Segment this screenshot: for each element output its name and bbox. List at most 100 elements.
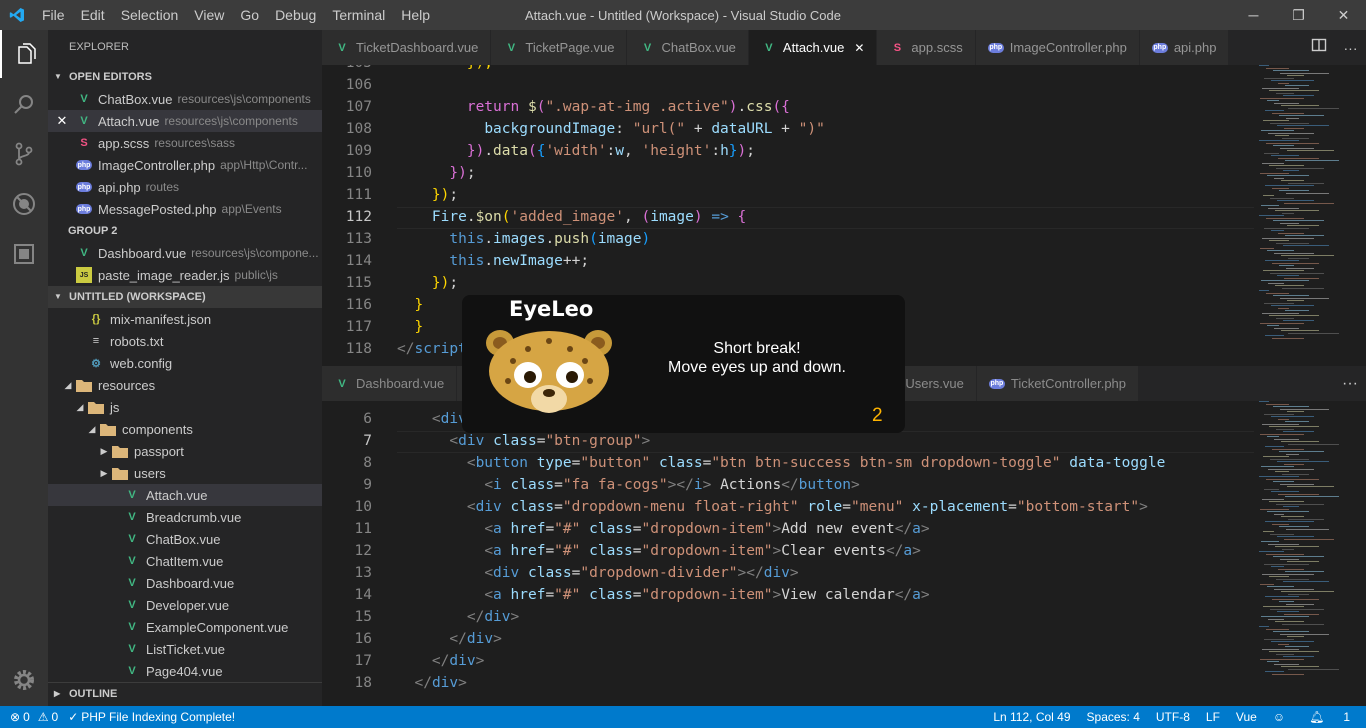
close-window-button[interactable]: ✕ bbox=[1321, 0, 1366, 30]
tree-folder[interactable]: ◢ js bbox=[48, 396, 322, 418]
tree-file[interactable]: ≡ robots.txt bbox=[48, 330, 322, 352]
code-line[interactable]: this.images.push(image) bbox=[397, 231, 650, 247]
tab-app-scss[interactable]: Sapp.scss bbox=[877, 30, 976, 65]
open-editor-item[interactable]: V ChatBox.vue resources\js\components bbox=[48, 88, 322, 110]
tree-file[interactable]: V Attach.vue bbox=[48, 484, 322, 506]
code-line[interactable]: backgroundImage: "url(" + dataURL + ")" bbox=[397, 121, 825, 137]
language-mode[interactable]: Vue bbox=[1228, 710, 1265, 724]
menu-file[interactable]: File bbox=[34, 0, 73, 30]
menu-terminal[interactable]: Terminal bbox=[324, 0, 393, 30]
tree-folder[interactable]: ◢ components bbox=[48, 418, 322, 440]
code-line[interactable]: }).data({'width':w, 'height':h}); bbox=[397, 143, 755, 159]
tab-api-php[interactable]: php api.php bbox=[1139, 30, 1230, 65]
minimap-line bbox=[1271, 566, 1284, 567]
code-line[interactable]: }); bbox=[397, 187, 458, 203]
close-icon[interactable]: ✕ bbox=[854, 41, 864, 55]
editor-actions: ··· bbox=[1302, 30, 1366, 65]
extensions-icon[interactable] bbox=[0, 230, 48, 278]
code-line[interactable]: }); bbox=[397, 165, 475, 181]
code-line[interactable]: </div> bbox=[397, 675, 466, 691]
menu-debug[interactable]: Debug bbox=[267, 0, 324, 30]
line-ending[interactable]: LF bbox=[1198, 710, 1228, 724]
code-line[interactable]: </div> bbox=[397, 653, 484, 669]
open-editor-item[interactable]: php ImageController.php app\Http\Contr... bbox=[48, 154, 322, 176]
minimap[interactable] bbox=[1254, 401, 1352, 706]
menu-go[interactable]: Go bbox=[232, 0, 267, 30]
code-line[interactable]: <i class="fa fa-cogs"></i> Actions</butt… bbox=[397, 477, 859, 493]
code-line[interactable]: }); bbox=[397, 65, 493, 71]
open-editors-section[interactable]: ▼ OPEN EDITORS bbox=[48, 66, 322, 88]
open-editor-item[interactable]: php MessagePosted.php app\Events bbox=[48, 198, 322, 220]
open-editor-item[interactable]: ✕ V Attach.vue resources\js\components bbox=[48, 110, 322, 132]
tab-attach-vue[interactable]: V Attach.vue ✕ bbox=[748, 30, 878, 65]
debug-icon[interactable] bbox=[0, 180, 48, 228]
code-line[interactable]: }); bbox=[397, 275, 458, 291]
tab-ticketdashboard-vue[interactable]: V TicketDashboard.vue bbox=[322, 30, 492, 65]
outline-section[interactable]: ▶ OUTLINE bbox=[48, 682, 322, 704]
explorer-icon[interactable] bbox=[0, 30, 48, 78]
code-line[interactable]: <div class="btn-group"> bbox=[397, 433, 650, 449]
problems-indicator[interactable]: ⊗ 0 ⚠ 0 bbox=[10, 710, 58, 724]
close-icon[interactable]: ✕ bbox=[48, 113, 76, 129]
tree-file[interactable]: V Page404.vue bbox=[48, 660, 322, 682]
more-actions-icon[interactable]: ··· bbox=[1344, 40, 1358, 56]
tree-file[interactable]: V Dashboard.vue bbox=[48, 572, 322, 594]
menu-help[interactable]: Help bbox=[393, 0, 438, 30]
notifications[interactable]: 🔔︎ 1 bbox=[1293, 710, 1366, 724]
code-line[interactable]: return $(".wap-at-img .active").css({ bbox=[397, 99, 790, 115]
code-line[interactable]: this.newImage++; bbox=[397, 253, 589, 269]
tree-file[interactable]: {} mix-manifest.json bbox=[48, 308, 322, 330]
tree-file[interactable]: V ChatBox.vue bbox=[48, 528, 322, 550]
tree-file[interactable]: V Breadcrumb.vue bbox=[48, 506, 322, 528]
tree-file[interactable]: ⚙ web.config bbox=[48, 352, 322, 374]
code-line[interactable]: Fire.$on('added_image', (image) => { bbox=[397, 209, 746, 225]
tree-file[interactable]: V ExampleComponent.vue bbox=[48, 616, 322, 638]
indexing-status[interactable]: ✓ PHP File Indexing Complete! bbox=[68, 710, 235, 724]
open-editor-item[interactable]: Sapp.scss resources\sass bbox=[48, 132, 322, 154]
menu-edit[interactable]: Edit bbox=[73, 0, 113, 30]
editor-pane-bottom[interactable]: 6 <div class="card-tools">7 <div class="… bbox=[322, 401, 1366, 706]
search-icon[interactable] bbox=[0, 80, 48, 128]
indentation[interactable]: Spaces: 4 bbox=[1079, 710, 1148, 724]
menu-selection[interactable]: Selection bbox=[113, 0, 187, 30]
tab-imagecontroller-php[interactable]: php ImageController.php bbox=[975, 30, 1140, 65]
more-actions-icon[interactable]: ··· bbox=[1334, 366, 1366, 401]
code-line[interactable]: <div class="dropdown-divider"></div> bbox=[397, 565, 798, 581]
open-editor-item[interactable]: php api.php routes bbox=[48, 176, 322, 198]
code-line[interactable]: <a href="#" class="dropdown-item">View c… bbox=[397, 587, 929, 603]
code-line[interactable]: <button type="button" class="btn btn-suc… bbox=[397, 455, 1165, 471]
code-line[interactable]: </div> bbox=[397, 631, 501, 647]
tree-folder[interactable]: ▶ users bbox=[48, 462, 322, 484]
open-editor-item[interactable]: JS paste_image_reader.js public\js bbox=[48, 264, 322, 286]
code-line[interactable]: } bbox=[397, 297, 423, 313]
tree-file[interactable]: V ListTicket.vue bbox=[48, 638, 322, 660]
code-line[interactable]: } bbox=[397, 319, 423, 335]
tab-ticketcontroller-php[interactable]: php TicketController.php bbox=[976, 366, 1140, 401]
menu-view[interactable]: View bbox=[186, 0, 232, 30]
code-line[interactable]: <div class="dropdown-menu float-right" r… bbox=[397, 499, 1148, 515]
tab-ticketpage-vue[interactable]: V TicketPage.vue bbox=[491, 30, 628, 65]
tree-folder[interactable]: ▶ passport bbox=[48, 440, 322, 462]
source-control-icon[interactable] bbox=[0, 130, 48, 178]
tree-file[interactable]: V ChatItem.vue bbox=[48, 550, 322, 572]
tab-chatbox-vue[interactable]: V ChatBox.vue bbox=[627, 30, 749, 65]
tree-folder[interactable]: ◢ resources bbox=[48, 374, 322, 396]
tree-file[interactable]: V Developer.vue bbox=[48, 594, 322, 616]
code-line[interactable]: <a href="#" class="dropdown-item">Add ne… bbox=[397, 521, 929, 537]
settings-gear-icon[interactable] bbox=[0, 656, 48, 704]
tab-dashboard-vue[interactable]: V Dashboard.vue bbox=[322, 366, 458, 401]
minimize-button[interactable]: ─ bbox=[1231, 0, 1276, 30]
encoding[interactable]: UTF-8 bbox=[1148, 710, 1198, 724]
maximize-button[interactable]: ❐ bbox=[1276, 0, 1321, 30]
minimap[interactable] bbox=[1254, 65, 1352, 358]
vertical-scrollbar[interactable] bbox=[1352, 401, 1366, 706]
code-line[interactable]: <a href="#" class="dropdown-item">Clear … bbox=[397, 543, 921, 559]
open-editor-item[interactable]: V Dashboard.vue resources\js\compone... bbox=[48, 242, 322, 264]
workspace-section[interactable]: ▼ UNTITLED (WORKSPACE) bbox=[48, 286, 322, 308]
cursor-position[interactable]: Ln 112, Col 49 bbox=[985, 710, 1078, 724]
open-editors-label: OPEN EDITORS bbox=[69, 71, 152, 83]
feedback-smiley-icon[interactable]: ☺ bbox=[1265, 710, 1293, 724]
code-line[interactable]: </div> bbox=[397, 609, 519, 625]
split-editor-icon[interactable] bbox=[1311, 37, 1327, 58]
vertical-scrollbar[interactable] bbox=[1352, 65, 1366, 358]
